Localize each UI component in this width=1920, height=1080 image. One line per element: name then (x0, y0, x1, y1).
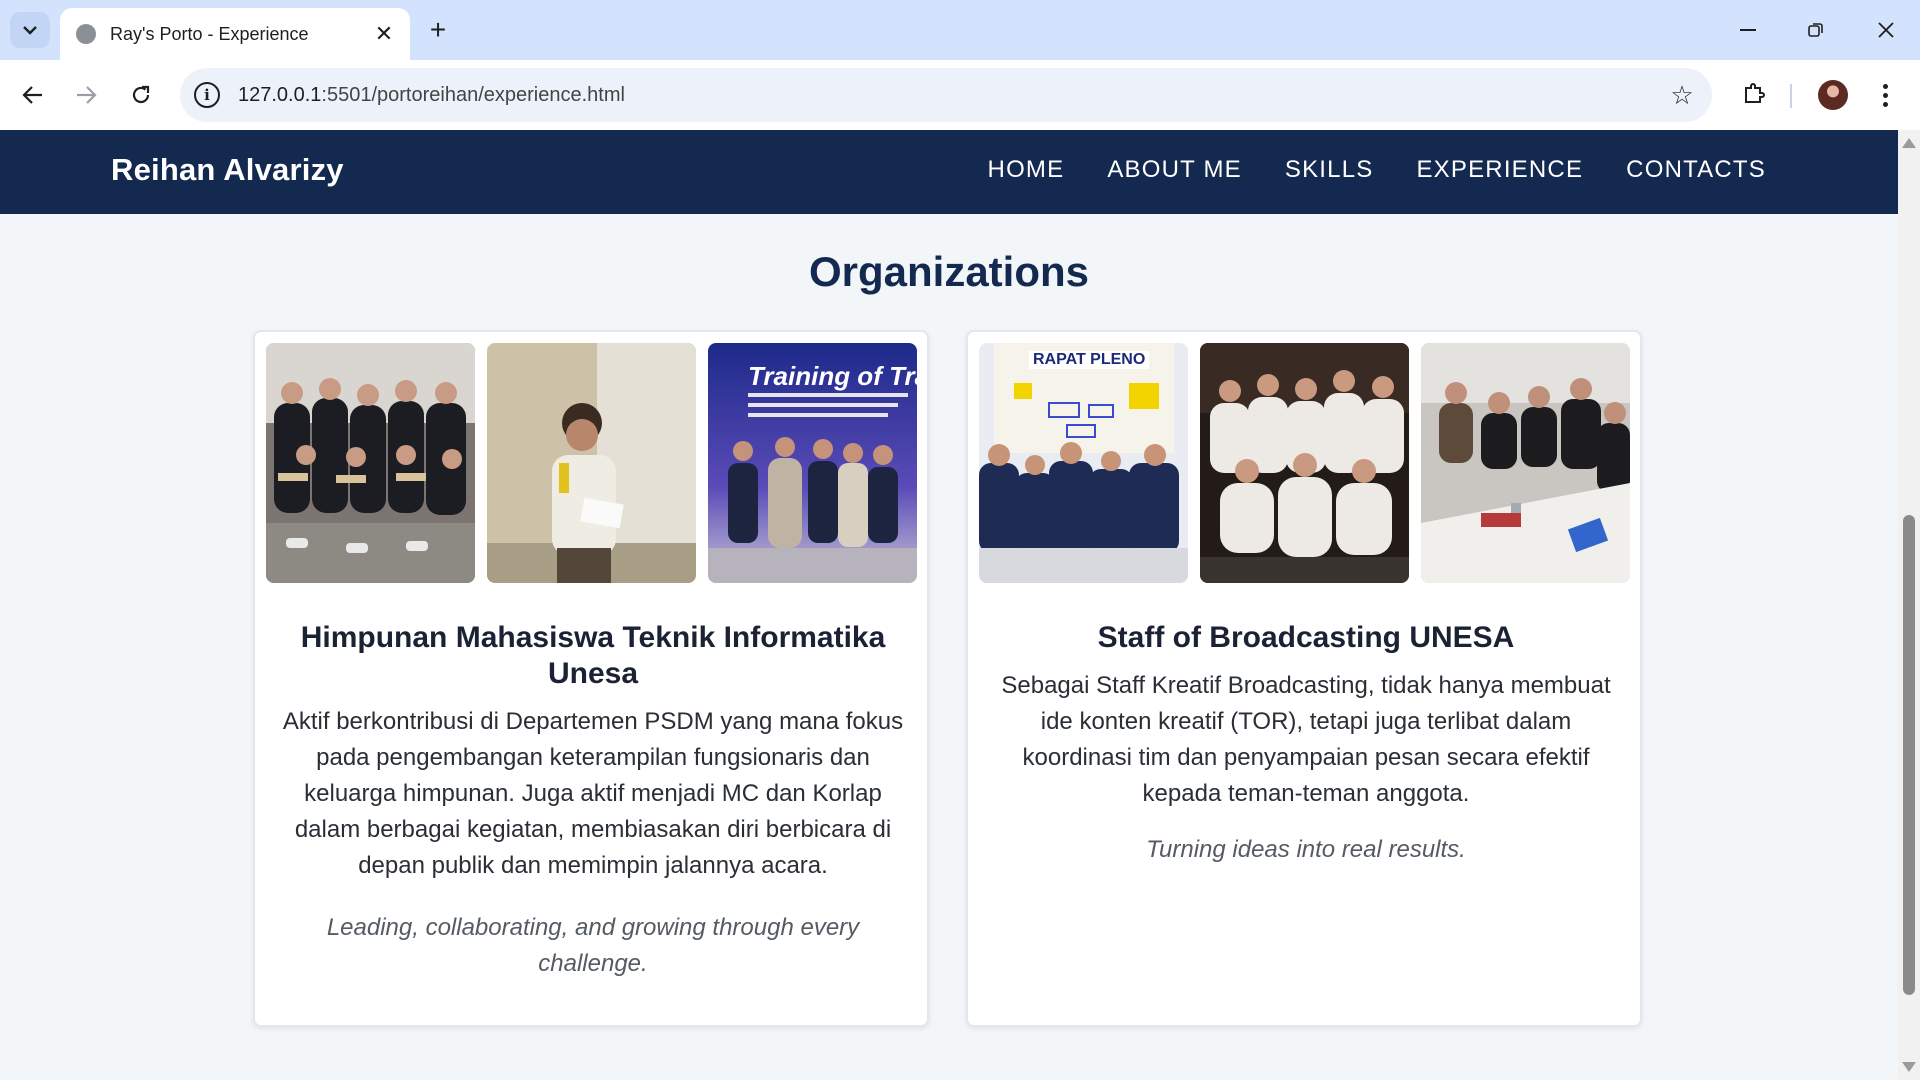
url-text[interactable]: 127.0.0.1:5501/portoreihan/experience.ht… (238, 84, 1662, 107)
nav-experience[interactable]: EXPERIENCE (1416, 156, 1583, 184)
url-path: :5501/portoreihan/experience.html (321, 83, 625, 106)
training-photo: Training of Tra (708, 343, 917, 583)
toolbar-divider (1790, 84, 1792, 108)
photo-caption: RAPAT PLENO (1029, 351, 1150, 369)
scroll-down-arrow-icon[interactable] (1902, 1062, 1916, 1072)
group-photo-image (266, 343, 475, 583)
team-photo (1200, 343, 1409, 583)
restore-button[interactable] (1792, 10, 1840, 50)
chevron-down-icon (23, 26, 37, 35)
organization-card: Training of Tra Himpunan Mahasiswa Tekni… (253, 330, 929, 1027)
minimize-button[interactable] (1724, 10, 1772, 50)
card-description: Aktif berkontribusi di Departemen PSDM y… (282, 708, 904, 879)
team-photo-image (1200, 343, 1409, 583)
info-icon[interactable]: i (194, 82, 220, 108)
profile-avatar[interactable] (1818, 80, 1848, 110)
minimize-icon (1740, 29, 1756, 31)
url-host: 127.0.0.1 (238, 83, 322, 106)
rapat-pleno-photo: RAPAT PLENO (979, 343, 1188, 583)
site-navbar: Reihan Alvarizy HOME ABOUT ME SKILLS EXP… (0, 130, 1898, 214)
card-tagline: Leading, collaborating, and growing thro… (326, 914, 860, 977)
menu-kebab-icon[interactable] (1870, 75, 1900, 115)
nav-about-me[interactable]: ABOUT ME (1107, 156, 1242, 184)
bookmark-star-icon[interactable]: ☆ (1662, 75, 1702, 115)
arrow-right-icon (77, 86, 97, 104)
rapat-pleno-photo-image (979, 343, 1188, 583)
nav-home[interactable]: HOME (988, 156, 1065, 184)
forward-button[interactable] (66, 75, 106, 115)
address-bar[interactable]: i 127.0.0.1:5501/portoreihan/experience.… (180, 68, 1712, 122)
card-tagline: Turning ideas into real results. (1146, 836, 1466, 863)
scroll-up-arrow-icon[interactable] (1902, 138, 1916, 148)
card-title: Himpunan Mahasiswa Teknik Informatika Un… (300, 621, 886, 690)
cafe-photo (1421, 343, 1630, 583)
close-icon[interactable]: ✕ (370, 20, 398, 48)
extensions-button[interactable] (1734, 74, 1774, 114)
arrow-left-icon (22, 86, 42, 104)
section-title: Organizations (808, 248, 1090, 295)
browser-toolbar: i 127.0.0.1:5501/portoreihan/experience.… (0, 60, 1920, 130)
page-scrollbar[interactable] (1898, 130, 1920, 1080)
new-tab-button[interactable]: + (420, 12, 456, 48)
speaker-photo (487, 343, 696, 583)
card-title: Staff of Broadcasting UNESA (1097, 621, 1515, 654)
nav-skills[interactable]: SKILLS (1285, 156, 1374, 184)
cafe-photo-image (1421, 343, 1630, 583)
tab-title: Ray's Porto - Experience (110, 23, 309, 44)
browser-tabstrip: Ray's Porto - Experience ✕ + (0, 0, 1920, 60)
site-brand[interactable]: Reihan Alvarizy (111, 152, 344, 188)
close-icon (1878, 22, 1894, 38)
photo-row: Training of Tra (266, 343, 917, 583)
restore-icon (1808, 23, 1823, 37)
nav-contacts[interactable]: CONTACTS (1626, 156, 1766, 184)
back-button[interactable] (13, 75, 53, 115)
scrollbar-thumb[interactable] (1903, 515, 1915, 995)
page-viewport: Reihan Alvarizy HOME ABOUT ME SKILLS EXP… (0, 130, 1898, 1080)
browser-tab-active[interactable]: Ray's Porto - Experience ✕ (60, 8, 410, 60)
group-photo (266, 343, 475, 583)
photo-caption: Training of Tra (748, 361, 917, 391)
speaker-photo-image (487, 343, 696, 583)
puzzle-icon (1745, 83, 1765, 103)
photo-row: RAPAT PLENO (979, 343, 1630, 583)
organization-card: RAPAT PLENO Staff of Broadcasting UNESA … (966, 330, 1642, 1027)
window-close-button[interactable] (1862, 10, 1910, 50)
reload-icon (132, 85, 150, 104)
site-menu: HOME ABOUT ME SKILLS EXPERIENCE CONTACTS (988, 156, 1766, 184)
globe-icon (76, 24, 96, 44)
card-description: Sebagai Staff Kreatif Broadcasting, tida… (1001, 672, 1611, 807)
tab-search-button[interactable] (10, 12, 50, 48)
reload-button[interactable] (121, 75, 161, 115)
